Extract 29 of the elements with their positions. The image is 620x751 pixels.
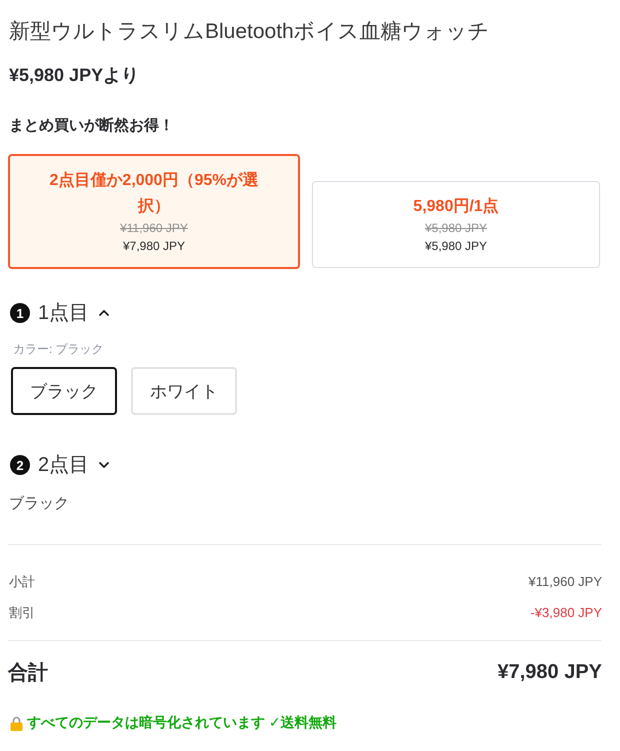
item-label[interactable]: 1点目: [38, 301, 90, 325]
offer-price: ¥5,980 JPY: [424, 238, 488, 255]
original-price: ¥11,960 JPY: [120, 220, 188, 237]
color-option-button[interactable]: ブラック: [11, 367, 117, 415]
summary-label: 小計: [8, 572, 35, 590]
caret-up-icon[interactable]: [99, 310, 110, 316]
bundle-offer-card[interactable]: 5,980円/1点 ¥5,980 JPY ¥5,980 JPY: [312, 181, 600, 268]
security-note: すべてのデータは暗号化されています ✓送料無料: [27, 714, 337, 732]
color-option-button[interactable]: ホワイト: [131, 367, 237, 415]
original-price: ¥5,980 JPY: [424, 220, 488, 237]
lock-icon: [10, 716, 23, 730]
offer-title: 5,980円/1点: [413, 196, 499, 217]
item-label[interactable]: 2点目: [38, 453, 90, 477]
offer-title: 2点目僅か2,000円（95%が選択）: [48, 170, 260, 217]
step-number: 2: [10, 455, 30, 475]
summary-value: ¥11,960 JPY: [528, 574, 602, 589]
caret-down-icon[interactable]: [99, 462, 110, 468]
summary-value: -¥3,980 JPY: [530, 605, 602, 620]
color-label: カラー: ブラック: [13, 341, 104, 357]
step-number: 1: [10, 303, 30, 323]
price-from: ¥5,980 JPYより: [9, 64, 140, 87]
total-label: 合計: [8, 660, 48, 686]
bundle-heading: まとめ買いが断然お得！: [9, 116, 175, 136]
total-value: ¥7,980 JPY: [497, 660, 602, 684]
bundle-offer-card[interactable]: 2点目僅か2,000円（95%が選択） ¥11,960 JPY ¥7,980 JPY: [8, 154, 300, 269]
product-title: 新型ウルトラスリムBluetoothボイス血糖ウォッチ: [9, 19, 491, 45]
offer-price: ¥7,980 JPY: [122, 238, 186, 255]
item-summary: ブラック: [9, 494, 69, 514]
summary-label: 割引: [8, 604, 35, 622]
